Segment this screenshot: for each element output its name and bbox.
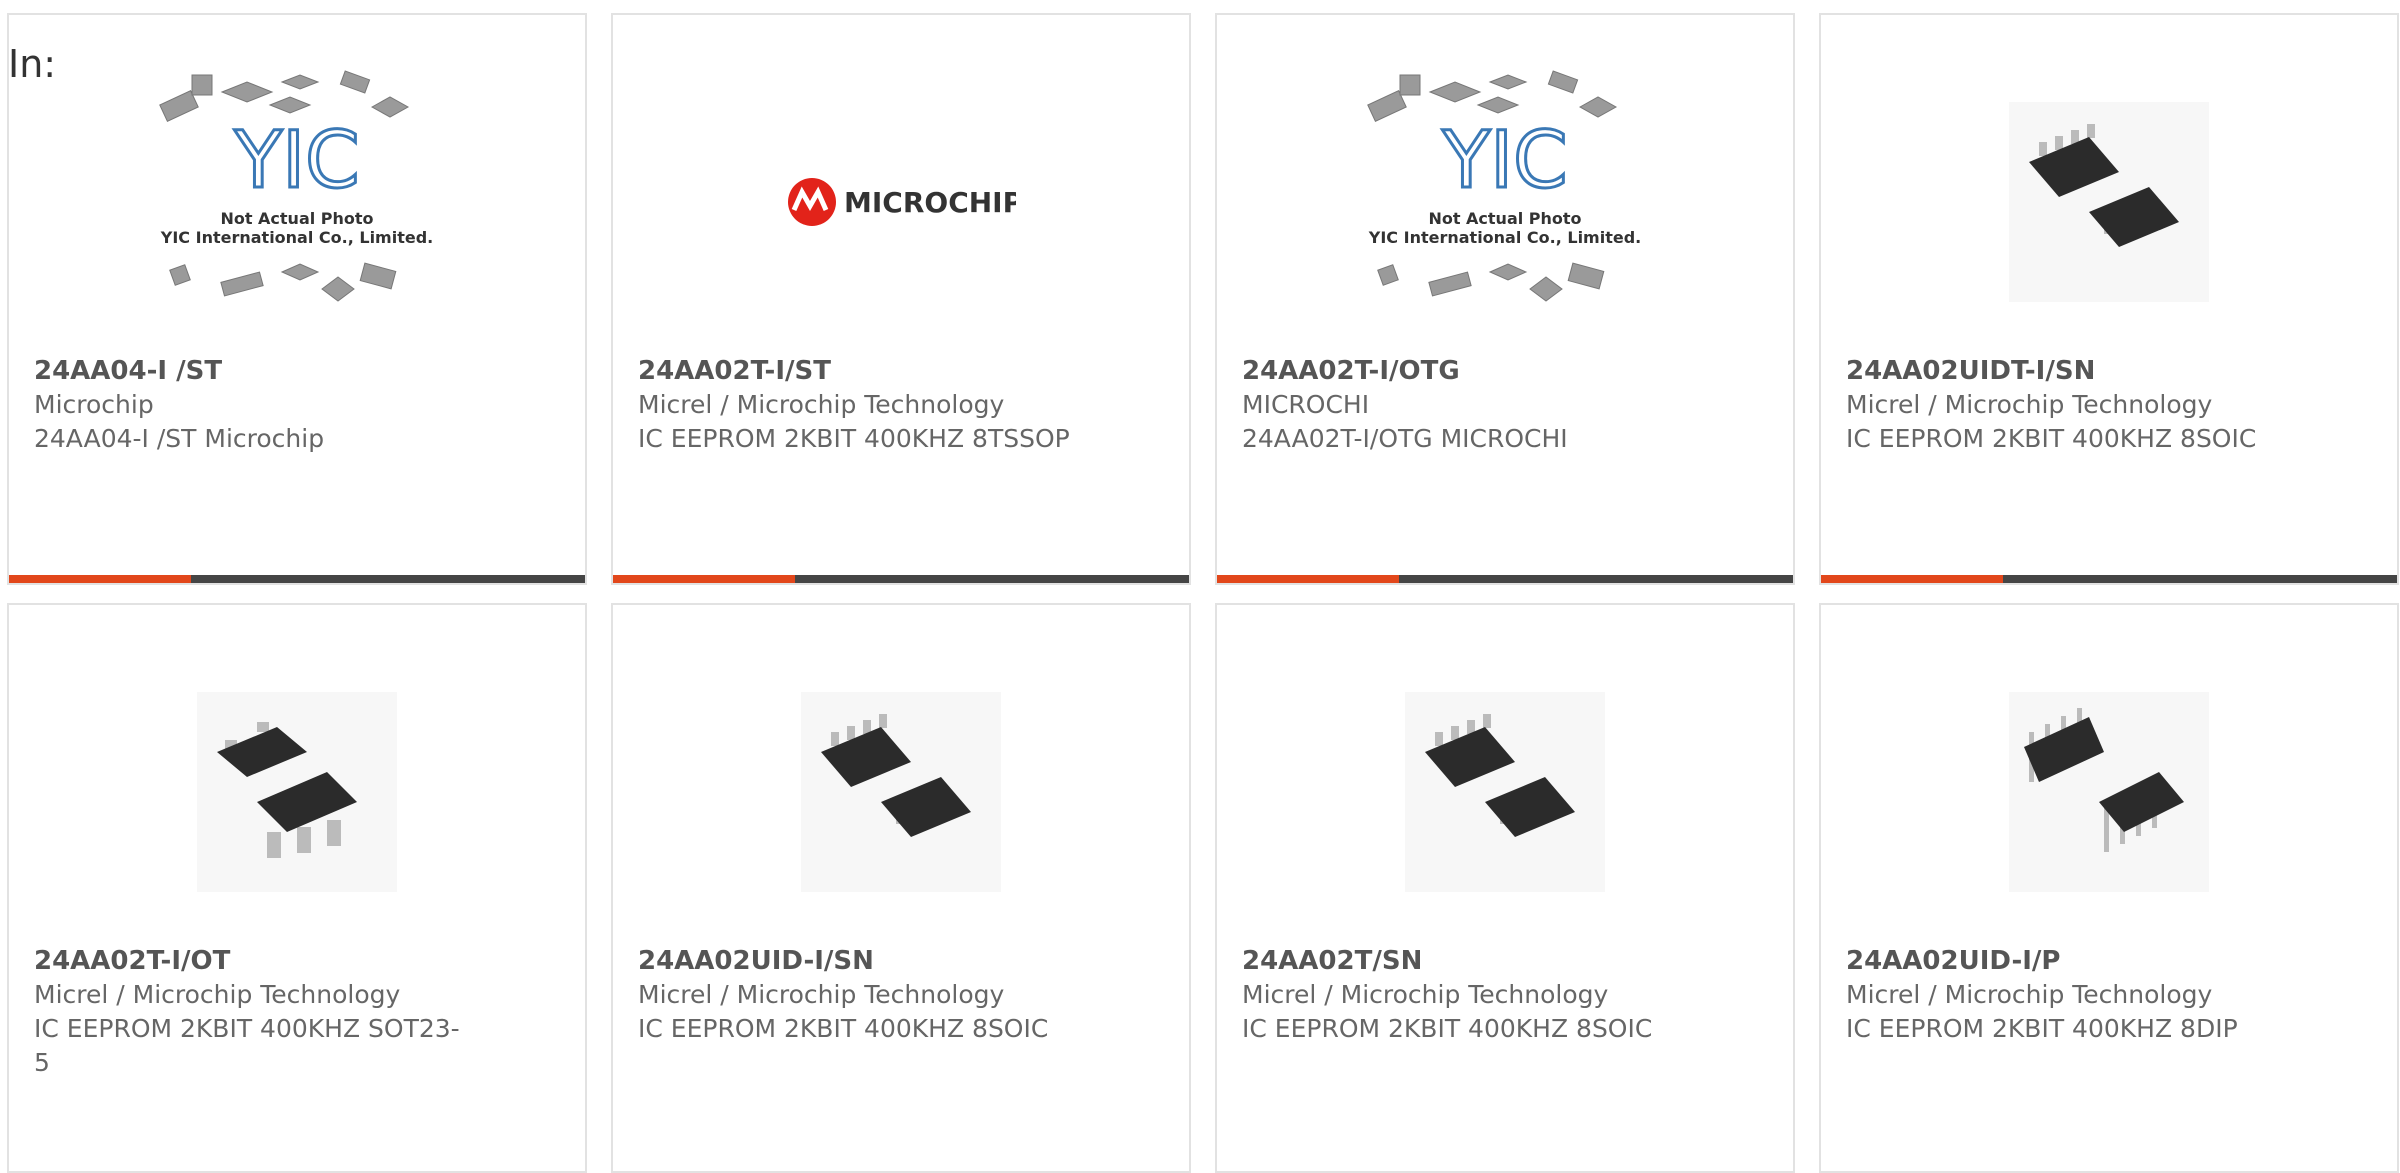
product-image[interactable]: YIC Not Actual Photo YIC International C… xyxy=(9,37,585,367)
card-accent-bar xyxy=(9,575,191,583)
part-number-link[interactable]: 24AA02T-I/ST xyxy=(638,354,1169,388)
product-info: 24AA02T/SN Micrel / Microchip Technology… xyxy=(1242,944,1773,1046)
product-image[interactable] xyxy=(1821,37,2397,367)
product-info: 24AA02T-I/OTG MICROCHI 24AA02T-I/OTG MIC… xyxy=(1242,354,1773,456)
product-image[interactable] xyxy=(9,627,585,957)
product-image[interactable]: YIC Not Actual Photo YIC International C… xyxy=(1217,37,1793,367)
product-card[interactable]: 24AA02T-I/OT Micrel / Microchip Technolo… xyxy=(7,603,587,1173)
product-card[interactable]: MICROCHIP 24AA02T-I/ST Micrel / Microchi… xyxy=(611,13,1191,585)
product-info: 24AA02UID-I/SN Micrel / Microchip Techno… xyxy=(638,944,1169,1046)
description: IC EEPROM 2KBIT 400KHZ 8DIP xyxy=(1846,1014,2238,1043)
svg-text:Not Actual Photo: Not Actual Photo xyxy=(1428,209,1581,228)
product-image[interactable]: MICROCHIP xyxy=(613,37,1189,367)
soic-8-chip-icon xyxy=(801,692,1001,892)
manufacturer: Micrel / Microchip Technology xyxy=(1846,390,2213,419)
svg-text:YIC International Co., Limited: YIC International Co., Limited. xyxy=(160,228,433,247)
card-accent-bar xyxy=(1217,575,1399,583)
product-card[interactable]: 24AA02UID-I/P Micrel / Microchip Technol… xyxy=(1819,603,2399,1173)
part-number-link[interactable]: 24AA04-I /ST xyxy=(34,354,565,388)
description: IC EEPROM 2KBIT 400KHZ SOT23-5 xyxy=(34,1014,460,1077)
soic-8-chip-icon xyxy=(2009,102,2209,302)
description: IC EEPROM 2KBIT 400KHZ 8SOIC xyxy=(1846,424,2257,453)
product-card[interactable]: 24AA02UID-I/SN Micrel / Microchip Techno… xyxy=(611,603,1191,1173)
product-card[interactable]: YIC Not Actual Photo YIC International C… xyxy=(7,13,587,585)
part-number-link[interactable]: 24AA02T-I/OTG xyxy=(1242,354,1773,388)
yic-placeholder-image: YIC Not Actual Photo YIC International C… xyxy=(1367,70,1641,302)
part-number-link[interactable]: 24AA02UID-I/SN xyxy=(638,944,1169,978)
card-bottom-bar xyxy=(9,575,585,583)
product-card[interactable]: YIC Not Actual Photo YIC International C… xyxy=(1215,13,1795,585)
product-info: 24AA02UID-I/P Micrel / Microchip Technol… xyxy=(1846,944,2377,1046)
card-bottom-bar xyxy=(1217,575,1793,583)
card-accent-bar xyxy=(613,575,795,583)
svg-text:YIC International Co., Limited: YIC International Co., Limited. xyxy=(1368,228,1641,247)
description: 24AA02T-I/OTG MICROCHI xyxy=(1242,424,1568,453)
sot23-5-chip-icon xyxy=(197,692,397,892)
manufacturer: Microchip xyxy=(34,390,154,419)
svg-text:Not Actual Photo: Not Actual Photo xyxy=(220,209,373,228)
product-info: 24AA04-I /ST Microchip 24AA04-I /ST Micr… xyxy=(34,354,565,456)
product-image[interactable] xyxy=(1821,627,2397,957)
part-number-link[interactable]: 24AA02T-I/OT xyxy=(34,944,565,978)
card-bottom-bar xyxy=(613,575,1189,583)
product-info: 24AA02UIDT-I/SN Micrel / Microchip Techn… xyxy=(1846,354,2377,456)
manufacturer: Micrel / Microchip Technology xyxy=(638,980,1005,1009)
svg-text:YIC: YIC xyxy=(1441,116,1567,206)
product-info: 24AA02T-I/OT Micrel / Microchip Technolo… xyxy=(34,944,565,1080)
product-image[interactable] xyxy=(1217,627,1793,957)
product-grid-page: In: YIC Not Actual Photo YIC Internation… xyxy=(0,0,2400,1173)
description: IC EEPROM 2KBIT 400KHZ 8SOIC xyxy=(638,1014,1049,1043)
svg-text:YIC: YIC xyxy=(233,116,359,206)
manufacturer: Micrel / Microchip Technology xyxy=(1242,980,1609,1009)
description: IC EEPROM 2KBIT 400KHZ 8TSSOP xyxy=(638,424,1070,453)
product-info: 24AA02T-I/ST Micrel / Microchip Technolo… xyxy=(638,354,1169,456)
yic-placeholder-image: YIC Not Actual Photo YIC International C… xyxy=(159,70,433,302)
product-card[interactable]: 24AA02T/SN Micrel / Microchip Technology… xyxy=(1215,603,1795,1173)
in-filter-label: In: xyxy=(8,42,57,86)
svg-text:MICROCHIP: MICROCHIP xyxy=(844,186,1016,219)
part-number-link[interactable]: 24AA02T/SN xyxy=(1242,944,1773,978)
manufacturer: Micrel / Microchip Technology xyxy=(1846,980,2213,1009)
card-accent-bar xyxy=(1821,575,2003,583)
description: IC EEPROM 2KBIT 400KHZ 8SOIC xyxy=(1242,1014,1653,1043)
dip-8-chip-icon xyxy=(2009,692,2209,892)
manufacturer: MICROCHI xyxy=(1242,390,1370,419)
product-card[interactable]: 24AA02UIDT-I/SN Micrel / Microchip Techn… xyxy=(1819,13,2399,585)
part-number-link[interactable]: 24AA02UIDT-I/SN xyxy=(1846,354,2377,388)
part-number-link[interactable]: 24AA02UID-I/P xyxy=(1846,944,2377,978)
description: 24AA04-I /ST Microchip xyxy=(34,424,325,453)
microchip-logo-icon: MICROCHIP xyxy=(788,178,1016,226)
card-bottom-bar xyxy=(1821,575,2397,583)
manufacturer: Micrel / Microchip Technology xyxy=(34,980,401,1009)
manufacturer: Micrel / Microchip Technology xyxy=(638,390,1005,419)
soic-8-chip-icon xyxy=(1405,692,1605,892)
product-image[interactable] xyxy=(613,627,1189,957)
